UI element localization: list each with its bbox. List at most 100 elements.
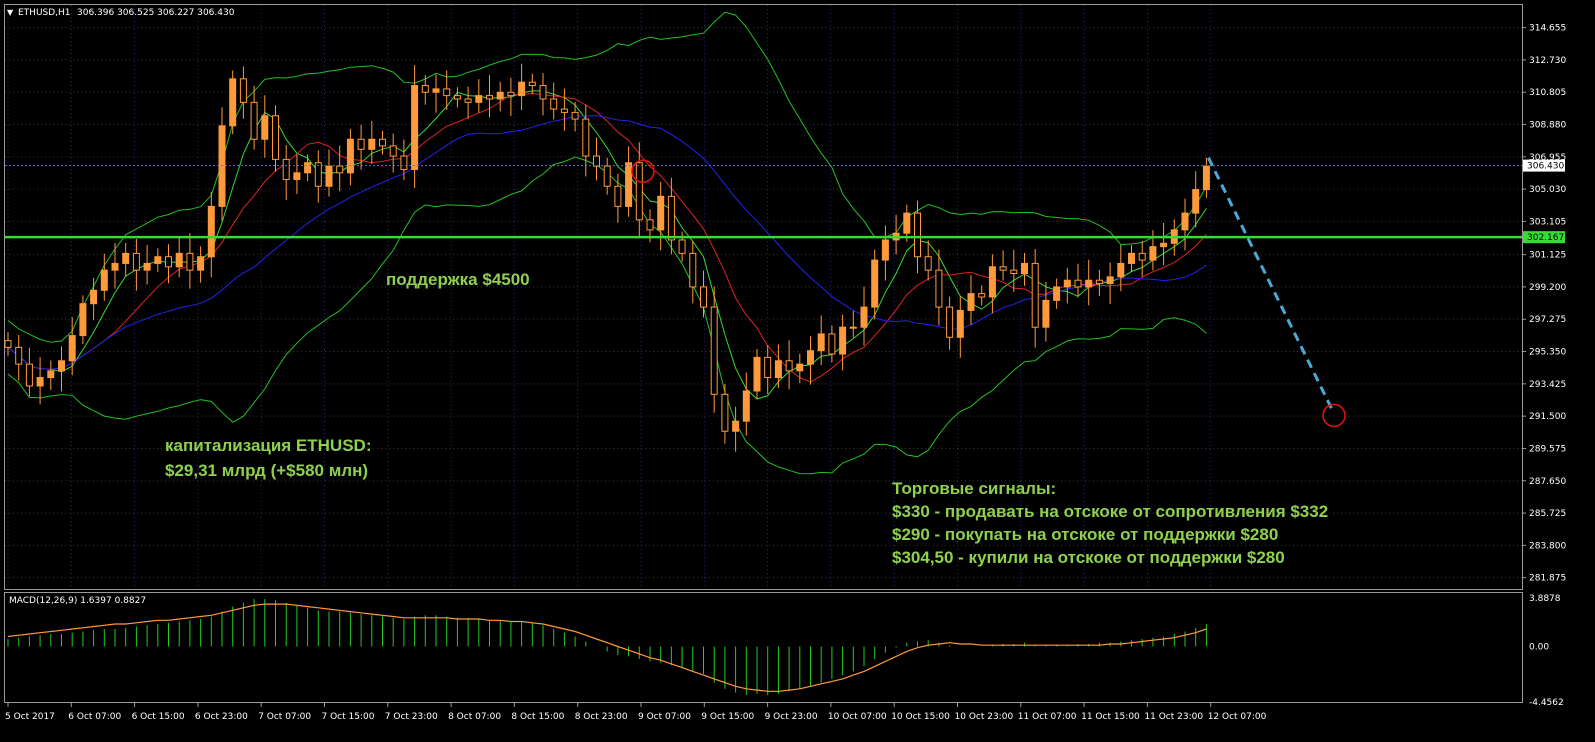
candle-body-51 [550, 98, 558, 110]
price-tick-label-16: 283.800 [1529, 541, 1566, 551]
candle-32 [346, 128, 354, 186]
ma-fast-line [7, 90, 1207, 400]
price-tick-label-15: 285.725 [1529, 509, 1566, 519]
candle-26 [282, 144, 290, 201]
candle-body-67 [721, 393, 729, 432]
candle-body-37 [400, 155, 408, 170]
candle-94 [1010, 249, 1018, 292]
candle-27 [293, 154, 301, 194]
candle-body-54 [582, 118, 590, 157]
candle-body-65 [700, 286, 707, 308]
candle-body-105 [1128, 252, 1135, 264]
time-tick-label-13: 10 Oct 07:00 [828, 712, 887, 722]
header-dropdown-icon[interactable]: ▼ [7, 8, 14, 17]
candle-body-80 [860, 306, 868, 328]
candle-body-71 [764, 356, 772, 379]
candle-body-52 [560, 108, 568, 113]
candle-67 [721, 383, 729, 444]
price-tick-label-9: 297.275 [1529, 315, 1566, 325]
candle-body-28 [304, 162, 312, 174]
candle-111 [1192, 171, 1200, 228]
symbol-label: ETHUSD,H1 [18, 8, 71, 18]
ma-slow-line [7, 115, 1207, 370]
signals-title: Торговые сигналы: [892, 479, 1056, 498]
candle-body-35 [379, 138, 386, 147]
cap-line-1: капитализация ETHUSD: [165, 436, 372, 455]
support-label: поддержка $4500 [386, 270, 530, 289]
candle-19 [207, 191, 215, 278]
chart-canvas[interactable]: 3.8878 0.00 -4.4562 314.655 312.730 310.805 3… [0, 0, 1595, 742]
candle-body-29 [314, 162, 322, 187]
candle-18 [197, 246, 205, 283]
candle-body-15 [165, 256, 172, 268]
candle-body-108 [1160, 242, 1168, 248]
candle-body-78 [839, 326, 847, 355]
macd-indicator: 3.8878 0.00 -4.4562 [7, 594, 1564, 708]
candle-0 [4, 332, 12, 356]
candle-body-57 [614, 185, 622, 207]
candle-body-24 [261, 115, 269, 140]
candle-22 [239, 66, 247, 119]
candle-body-77 [828, 333, 836, 355]
candle-body-0 [4, 340, 12, 348]
candle-35 [379, 130, 386, 155]
candle-body-39 [421, 85, 429, 93]
price-tick-label-7: 301.125 [1529, 251, 1566, 261]
candle-body-4 [47, 370, 55, 379]
candle-body-26 [282, 158, 290, 181]
candle-42 [453, 87, 461, 108]
candle-body-61 [657, 195, 665, 231]
support-price-tag-label: 302.167 [1527, 233, 1564, 243]
candle-body-31 [336, 165, 344, 174]
candle-body-60 [646, 219, 654, 231]
candle-102 [1095, 269, 1103, 296]
signal-circle [631, 159, 655, 183]
candle-72 [774, 344, 782, 388]
candle-body-1 [15, 346, 23, 365]
candle-body-33 [357, 138, 365, 150]
price-tick-label-11: 293.425 [1529, 380, 1566, 390]
candle-body-14 [154, 256, 162, 264]
candle-body-91 [978, 293, 986, 298]
candle-12 [132, 238, 140, 291]
candle-88 [946, 296, 954, 350]
candle-body-76 [817, 333, 825, 352]
candle-61 [657, 181, 665, 251]
candle-17 [186, 232, 194, 289]
candle-body-74 [796, 363, 804, 372]
time-tick-label-6: 7 Oct 23:00 [385, 712, 438, 722]
time-tick-label-10: 9 Oct 07:00 [638, 712, 691, 722]
price-tick-label-5: 305.030 [1529, 185, 1566, 195]
candle-body-18 [197, 256, 205, 271]
candle-92 [988, 254, 996, 314]
signal-3: $304,50 - купили на отскоке от поддержки… [892, 548, 1285, 567]
chart-window[interactable]: 3.8878 0.00 -4.4562 314.655 312.730 310.805 3… [0, 0, 1595, 742]
candle-body-32 [346, 138, 354, 174]
candle-46 [496, 81, 504, 112]
candle-83 [892, 214, 900, 255]
candle-body-21 [229, 78, 237, 127]
time-tick-label-7: 8 Oct 07:00 [448, 712, 501, 722]
candle-body-85 [914, 212, 921, 258]
candle-body-90 [967, 293, 975, 311]
candle-53 [571, 101, 579, 132]
candle-15 [165, 244, 172, 284]
time-tick-label-12: 9 Oct 23:00 [765, 712, 818, 722]
candle-81 [871, 249, 879, 320]
time-tick-label-1: 6 Oct 07:00 [68, 712, 121, 722]
candle-body-75 [807, 350, 814, 365]
price-tick-label-0: 314.655 [1529, 24, 1566, 34]
candle-28 [304, 154, 312, 182]
candle-body-68 [732, 420, 740, 432]
candle-body-53 [571, 111, 579, 120]
candle-body-66 [710, 306, 718, 395]
candle-body-64 [689, 252, 697, 288]
candle-body-38 [411, 85, 419, 170]
candle-body-6 [68, 335, 76, 362]
candle-38 [411, 65, 419, 188]
candles [4, 63, 1210, 452]
candle-69 [742, 372, 750, 436]
time-tick-label-15: 10 Oct 23:00 [955, 712, 1014, 722]
candle-body-34 [368, 138, 376, 150]
candle-5 [58, 346, 65, 392]
